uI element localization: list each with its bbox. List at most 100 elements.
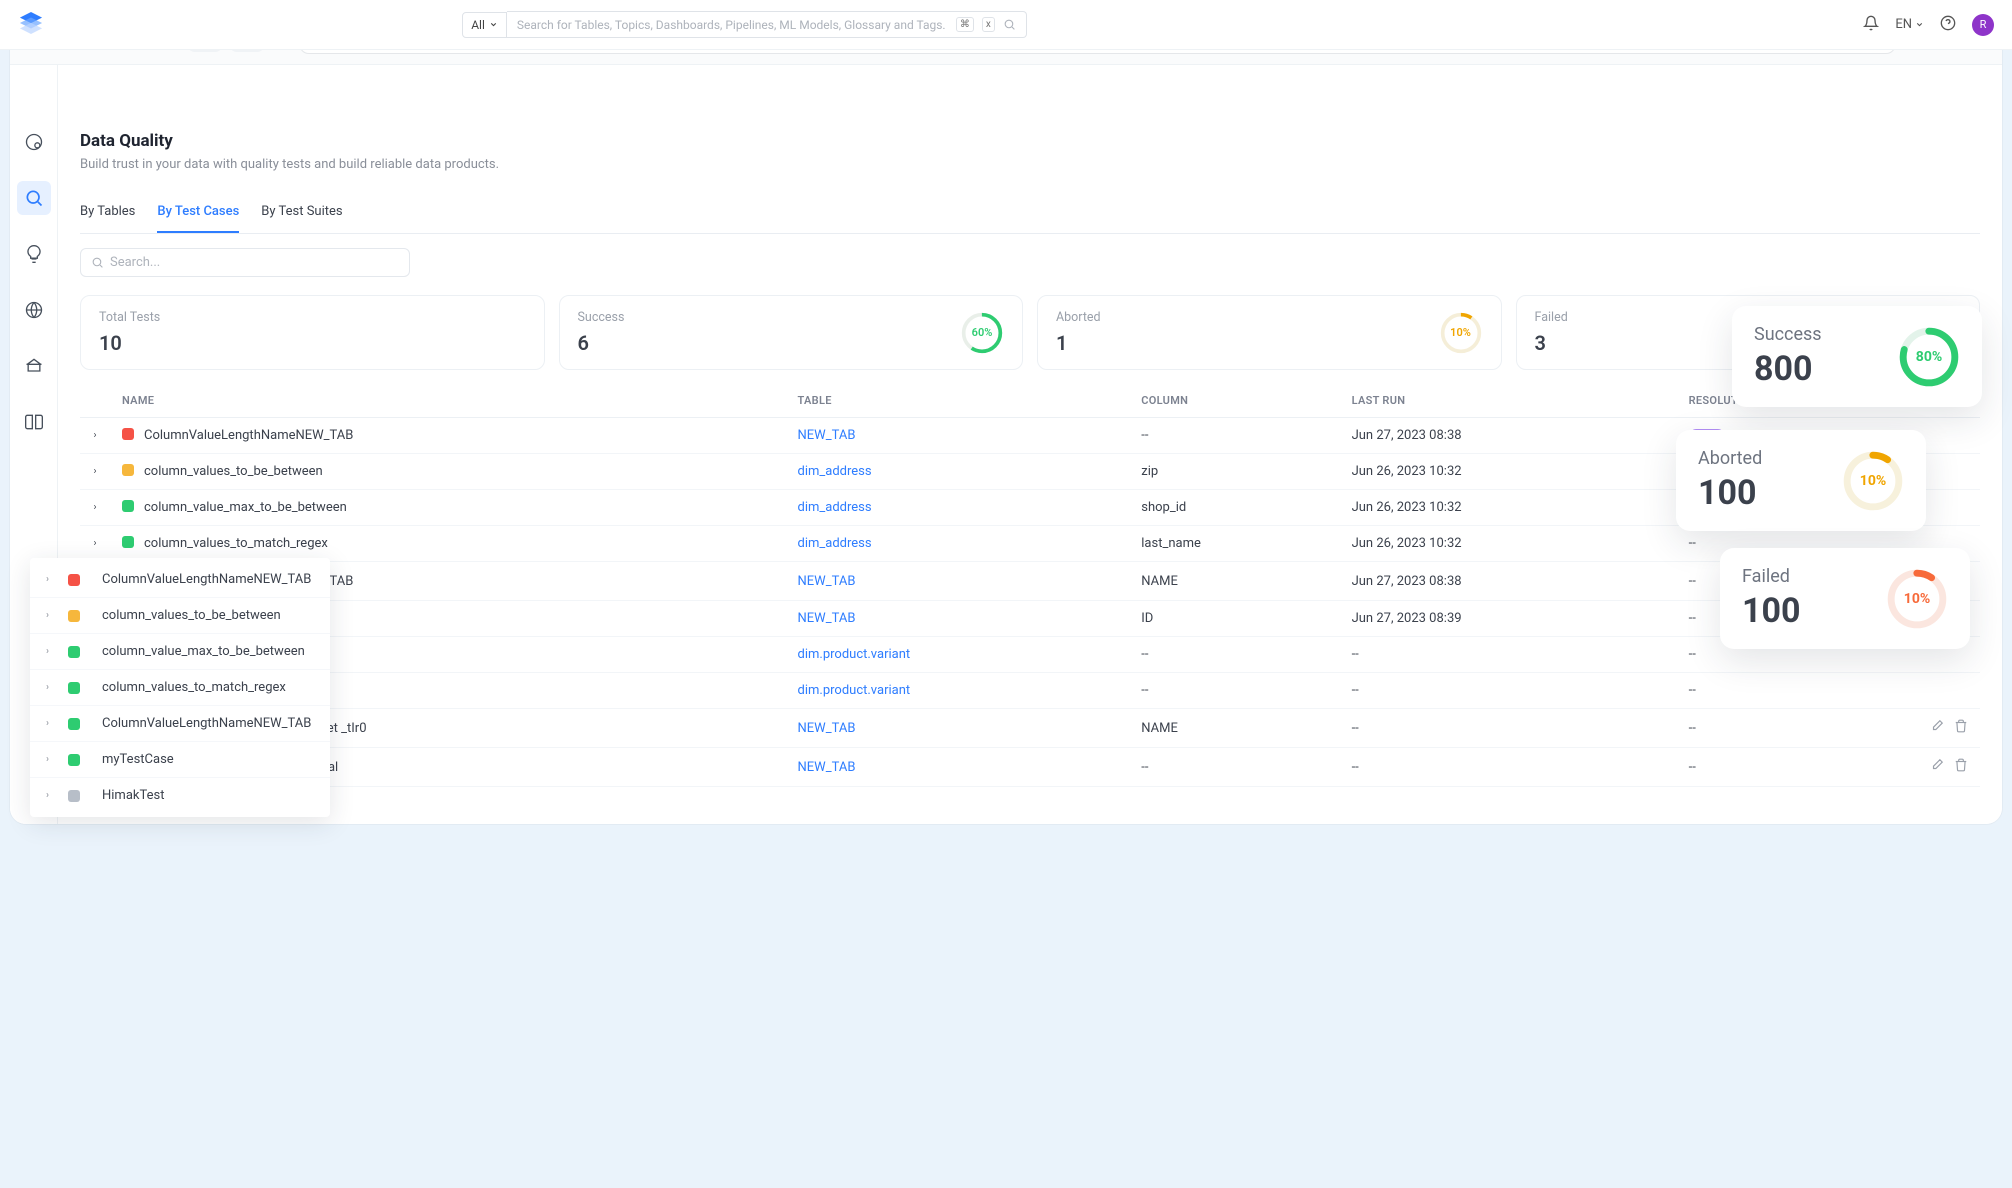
search-tests-placeholder: Search... (110, 255, 160, 270)
tab-by-test-cases[interactable]: By Test Cases (157, 196, 239, 233)
nav-globe-icon[interactable] (17, 293, 51, 327)
failed-ring-icon: 10% (1886, 568, 1948, 630)
kbd-cmd: ⌘ (956, 17, 974, 32)
tab-by-test-suites[interactable]: By Test Suites (261, 196, 342, 233)
floating-card-aborted: Aborted100 10% (1676, 430, 1926, 531)
col-name: NAME (110, 384, 786, 418)
cell-table[interactable]: dim_address (786, 454, 1130, 490)
cell-resolution: -- (1677, 709, 1910, 748)
list-item-label: column_values_to_be_between (102, 608, 281, 623)
table-row[interactable]: › FAB_table_row_count_to_equal NEW_TAB -… (80, 748, 1980, 787)
edit-icon[interactable] (1930, 719, 1944, 737)
list-item[interactable]: ›ColumnValueLengthNameNEW_TAB (30, 562, 330, 598)
chevron-right-icon: › (46, 718, 56, 729)
chevron-right-icon: › (46, 754, 56, 765)
col-lastrun: LAST RUN (1340, 384, 1677, 418)
cell-table[interactable]: dim.product.variant (786, 637, 1130, 673)
chevron-right-icon: › (46, 610, 56, 621)
nav-quality-icon[interactable] (17, 181, 51, 215)
list-item[interactable]: › column_values_to_match_regex (30, 670, 330, 706)
status-dot-icon (68, 718, 80, 730)
nav-insights-icon[interactable] (17, 237, 51, 271)
stat-success: Success6 60% (559, 295, 1024, 370)
status-dot-icon (68, 754, 80, 766)
floating-test-list: ›ColumnValueLengthNameNEW_TAB›column_val… (30, 558, 330, 817)
cell-name: column_value_max_to_be_between (110, 490, 786, 526)
success-ring-icon: 80% (1898, 326, 1960, 388)
expand-row-icon[interactable]: › (80, 418, 110, 454)
language-select[interactable]: EN (1895, 17, 1924, 32)
cell-table[interactable]: NEW_TAB (786, 601, 1130, 637)
cell-name: column_values_to_be_between (110, 454, 786, 490)
col-table: TABLE (786, 384, 1130, 418)
stat-total-tests: Total Tests10 (80, 295, 545, 370)
edit-icon[interactable] (1930, 758, 1944, 776)
tabs: By Tables By Test Cases By Test Suites (80, 196, 1980, 234)
cell-column: -- (1129, 673, 1339, 709)
table-row[interactable]: › _column_value_max_to_be_bet _tIr0 NEW_… (80, 709, 1980, 748)
table-row[interactable]: › ıkTest2 dim.product.variant -- -- -- (80, 673, 1980, 709)
chevron-right-icon: › (46, 682, 56, 693)
nav-glossary-icon[interactable] (17, 405, 51, 439)
search-icon (91, 256, 104, 269)
status-dot-icon (68, 610, 80, 622)
cell-table[interactable]: NEW_TAB (786, 562, 1130, 601)
status-dot-icon (122, 464, 134, 476)
cell-lastrun: Jun 26, 2023 10:32 (1340, 526, 1677, 562)
tab-by-tables[interactable]: By Tables (80, 196, 135, 233)
table-row[interactable]: › myTestCase NEW_TAB ID Jun 27, 2023 08:… (80, 601, 1980, 637)
search-icon (1003, 18, 1016, 31)
expand-row-icon[interactable]: › (80, 526, 110, 562)
list-item[interactable]: › column_values_to_be_between (30, 598, 330, 634)
status-dot-icon (122, 428, 134, 440)
expand-row-icon[interactable]: › (80, 454, 110, 490)
list-item-label: HimakTest (102, 788, 164, 803)
cell-table[interactable]: dim.product.variant (786, 673, 1130, 709)
global-search-input[interactable]: Search for Tables, Topics, Dashboards, P… (507, 11, 1027, 38)
cell-column: -- (1129, 748, 1339, 787)
list-item[interactable]: › HimakTest (30, 778, 330, 813)
cell-lastrun: Jun 26, 2023 10:32 (1340, 490, 1677, 526)
expand-row-icon[interactable]: › (80, 490, 110, 526)
cell-table[interactable]: NEW_TAB (786, 748, 1130, 787)
cell-table[interactable]: NEW_TAB (786, 418, 1130, 454)
cell-column: ID (1129, 601, 1339, 637)
chevron-right-icon: › (46, 790, 56, 801)
stats-row: Total Tests10 Success6 60% Aborted1 10% … (80, 295, 1980, 370)
cell-lastrun: Jun 27, 2023 08:38 (1340, 562, 1677, 601)
delete-icon[interactable] (1954, 719, 1968, 737)
aborted-ring-icon: 10% (1842, 450, 1904, 512)
cell-column: shop_id (1129, 490, 1339, 526)
table-row[interactable]: › ColumnValueLengthNameNEW_TAB NEW_TAB N… (80, 562, 1980, 601)
cell-name: ColumnValueLengthNameNEW_TAB (110, 418, 786, 454)
cell-table[interactable]: dim_address (786, 526, 1130, 562)
cell-lastrun: -- (1340, 673, 1677, 709)
list-item[interactable]: ›column_value_max_to_be_between (30, 634, 330, 670)
list-item-label: ColumnValueLengthNameNEW_TAB (102, 572, 311, 587)
search-filter-select[interactable]: All (462, 12, 507, 38)
cell-column: -- (1129, 418, 1339, 454)
list-item-label: myTestCase (102, 752, 174, 767)
cell-lastrun: Jun 26, 2023 10:32 (1340, 454, 1677, 490)
cell-resolution: -- (1677, 673, 1910, 709)
list-item[interactable]: › myTestCase (30, 742, 330, 778)
help-icon[interactable] (1940, 15, 1956, 35)
cell-table[interactable]: dim_address (786, 490, 1130, 526)
nav-governance-icon[interactable] (17, 349, 51, 383)
nav-explore-icon[interactable] (17, 125, 51, 159)
delete-icon[interactable] (1954, 758, 1968, 776)
cell-lastrun: -- (1340, 748, 1677, 787)
status-dot-icon (68, 574, 80, 586)
aborted-ring-icon: 10% (1439, 311, 1483, 355)
cell-table[interactable]: NEW_TAB (786, 709, 1130, 748)
cell-column: NAME (1129, 562, 1339, 601)
page-title: Data Quality (80, 131, 1980, 151)
notifications-icon[interactable] (1863, 15, 1879, 35)
list-item[interactable]: ›ColumnValueLengthNameNEW_TAB (30, 706, 330, 742)
search-tests-input[interactable]: Search... (80, 248, 410, 277)
list-item-label: column_values_to_match_regex (102, 680, 286, 695)
floating-card-failed: Failed100 10% (1720, 548, 1970, 649)
table-row[interactable]: › dim.product.variant -- -- -- (80, 637, 1980, 673)
user-avatar[interactable]: R (1972, 14, 1994, 36)
app-logo-icon[interactable] (18, 10, 44, 40)
